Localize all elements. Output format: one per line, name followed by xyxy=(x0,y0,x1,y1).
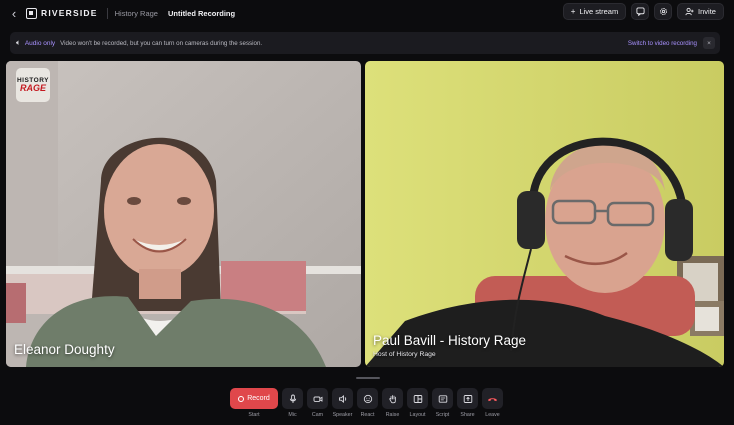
invite-label: Invite xyxy=(698,7,716,16)
cam-control: Cam xyxy=(307,388,328,418)
chat-icon xyxy=(635,7,645,16)
layout-button[interactable] xyxy=(407,388,428,409)
switch-to-video-link[interactable]: Switch to video recording xyxy=(628,40,697,47)
speaker-button[interactable] xyxy=(332,388,353,409)
participant-name: Eleanor Doughty xyxy=(14,342,115,357)
hand-icon xyxy=(388,394,396,403)
leave-caption: Leave xyxy=(485,412,500,418)
video-tile-host[interactable]: Paul Bavill - History Rage Host of Histo… xyxy=(365,61,724,367)
back-arrow-icon[interactable]: ‹ xyxy=(6,6,22,21)
share-control: Share xyxy=(457,388,478,418)
script-icon xyxy=(438,394,447,403)
leave-button[interactable] xyxy=(482,388,503,409)
react-icon xyxy=(363,394,372,403)
header-divider xyxy=(106,7,108,19)
layout-caption: Layout xyxy=(409,412,426,418)
recording-title[interactable]: Untitled Recording xyxy=(168,9,235,18)
share-screen-icon xyxy=(463,394,472,403)
leave-control: Leave xyxy=(482,388,503,418)
mic-icon xyxy=(289,394,296,403)
chat-button[interactable] xyxy=(631,3,649,20)
camera-icon xyxy=(313,396,322,402)
record-button[interactable]: Record xyxy=(230,388,278,409)
script-caption: Script xyxy=(435,412,450,418)
plus-icon: + xyxy=(570,7,576,16)
speaker-control: Speaker xyxy=(332,388,353,418)
raise-control: Raise xyxy=(382,388,403,418)
live-stream-button[interactable]: + Live stream xyxy=(563,3,626,20)
brand: RIVERSIDE xyxy=(26,7,98,19)
react-caption: React xyxy=(360,412,375,418)
video-tile-guest[interactable]: HISTORY RAGE Eleanor Doughty xyxy=(6,61,361,367)
add-person-icon xyxy=(685,7,694,16)
gear-icon xyxy=(659,8,667,15)
script-control: Script xyxy=(432,388,453,418)
mic-control: Mic xyxy=(282,388,303,418)
mic-button[interactable] xyxy=(282,388,303,409)
react-control: React xyxy=(357,388,378,418)
leave-phone-icon xyxy=(488,397,497,401)
banner-message: Video won't be recorded, but you can tur… xyxy=(60,39,263,47)
studio-name[interactable]: History Rage xyxy=(115,9,158,18)
raise-hand-button[interactable] xyxy=(382,388,403,409)
header-actions: + Live stream Invite xyxy=(563,3,724,20)
participant-subtitle: Host of History Rage xyxy=(373,351,436,358)
mic-caption: Mic xyxy=(288,412,297,418)
speaker-caption: Speaker xyxy=(332,412,353,418)
session-toolbar: Record Start Mic Cam Speaker React Raise xyxy=(230,388,503,418)
live-stream-label: Live stream xyxy=(579,7,619,16)
record-button-label: Record xyxy=(247,395,270,402)
raise-caption: Raise xyxy=(385,412,400,418)
share-caption: Share xyxy=(460,412,475,418)
record-control: Record Start xyxy=(230,388,278,418)
speaker-icon xyxy=(338,394,346,403)
host-video-feed xyxy=(365,61,724,367)
layout-control: Layout xyxy=(407,388,428,418)
audio-only-label: Audio only xyxy=(24,39,56,47)
settings-button[interactable] xyxy=(654,3,672,20)
top-bar: ‹ RIVERSIDE History Rage Untitled Record… xyxy=(0,0,734,26)
participant-name: Paul Bavill - History Rage xyxy=(373,333,527,348)
logo-text-bottom: RAGE xyxy=(19,83,46,93)
script-button[interactable] xyxy=(432,388,453,409)
record-icon xyxy=(238,395,245,402)
layout-icon xyxy=(413,394,422,403)
cam-caption: Cam xyxy=(311,412,324,418)
guest-video-feed xyxy=(6,61,361,367)
audio-only-banner: 🔈︎ Audio only Video won't be recorded, b… xyxy=(10,32,720,54)
record-caption: Start xyxy=(248,412,260,418)
invite-button[interactable]: Invite xyxy=(677,3,724,20)
cam-button[interactable] xyxy=(307,388,328,409)
show-logo: HISTORY RAGE xyxy=(16,68,50,102)
panel-resize-handle[interactable] xyxy=(356,377,380,379)
react-button[interactable] xyxy=(357,388,378,409)
close-banner-button[interactable]: × xyxy=(703,37,715,49)
riverside-logo-icon xyxy=(26,7,37,19)
share-screen-button[interactable] xyxy=(457,388,478,409)
speaker-icon: 🔈︎ xyxy=(16,38,21,47)
brand-name: RIVERSIDE xyxy=(41,8,98,18)
